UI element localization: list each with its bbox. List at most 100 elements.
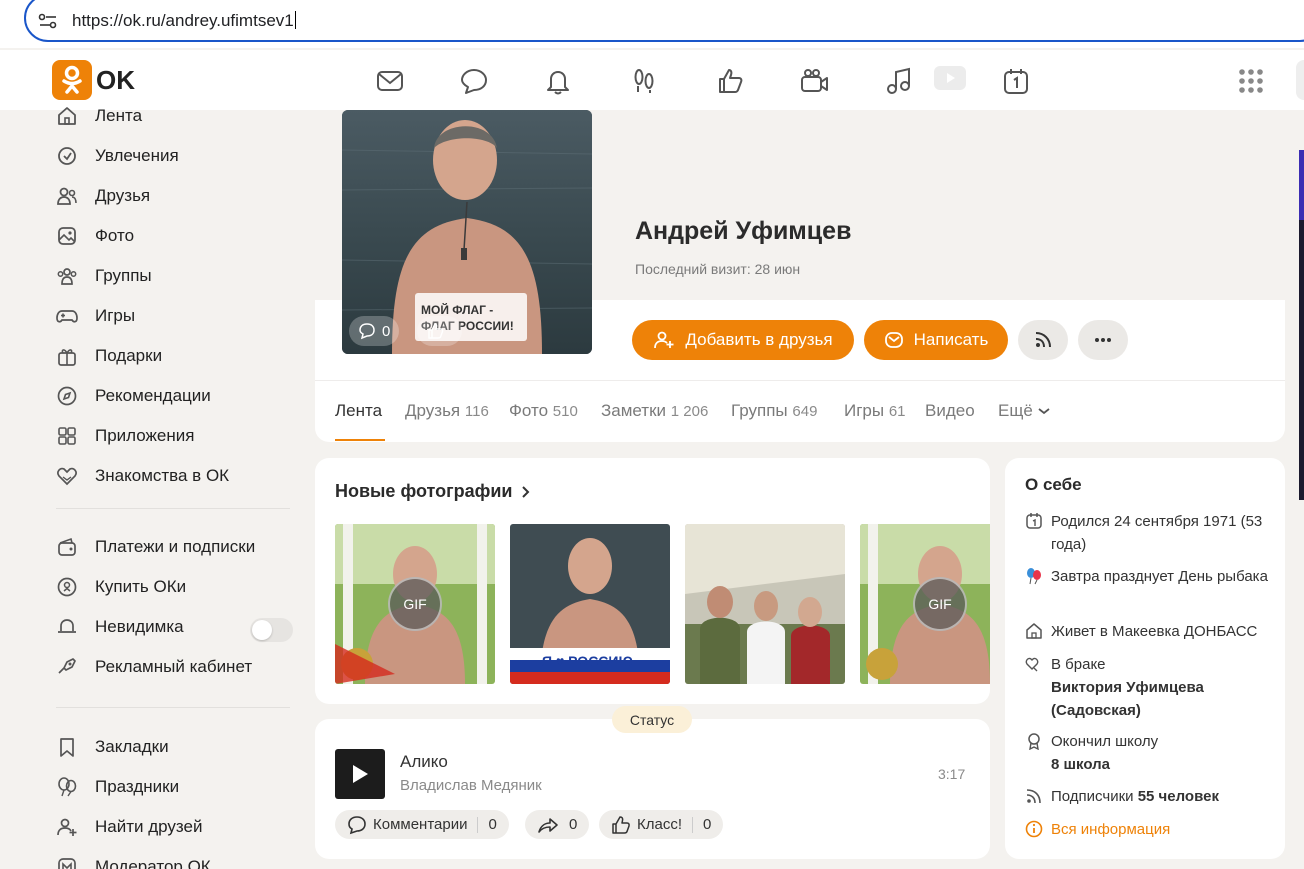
sidebar-divider [56, 707, 290, 708]
about-school: Окончил школу 8 школа [1025, 730, 1270, 776]
hearts-icon [1025, 657, 1039, 672]
sidebar-item-friends[interactable]: Друзья [56, 181, 296, 211]
sidebar-item-payments[interactable]: Платежи и подписки [56, 532, 296, 562]
sidebar-item-bookmarks[interactable]: Закладки [56, 732, 296, 762]
sidebar-item-label: Подарки [95, 346, 163, 365]
school-link[interactable]: 8 школа [1051, 756, 1110, 773]
tab-video[interactable]: Видео [925, 401, 975, 421]
sidebar-item-feed[interactable]: Лента [56, 101, 296, 131]
comments-label: Комментарии [373, 816, 468, 833]
sidebar-item-apps[interactable]: Приложения [56, 421, 296, 451]
track-artist[interactable]: Владислав Медяник [400, 777, 542, 794]
toggle-knob [252, 620, 272, 640]
gift-icon [58, 349, 76, 366]
about-all-info[interactable]: Вся информация [1025, 818, 1270, 841]
comment-icon [359, 323, 375, 340]
ok-logo[interactable]: OK [52, 60, 135, 100]
compass-icon [57, 386, 77, 406]
tab-notes[interactable]: Заметки 1 206 [601, 401, 708, 421]
music-icon[interactable] [884, 66, 914, 96]
tab-count: 116 [464, 403, 489, 420]
url-input[interactable]: https://ok.ru/andrey.ufimtsev1 [24, 0, 1304, 42]
invisible-toggle[interactable] [250, 618, 293, 642]
sidebar-item-ad-cabinet[interactable]: Рекламный кабинет [56, 652, 296, 682]
avatar-comments-counter[interactable]: 0 [349, 316, 400, 346]
avatar-likes-counter[interactable] [417, 316, 462, 346]
new-photos-title[interactable]: Новые фотографии [335, 481, 532, 502]
sidebar-item-moderator[interactable]: Модератор ОК [56, 852, 296, 869]
balloons-icon [58, 777, 77, 797]
tab-label: Ещё [998, 401, 1033, 420]
sidebar-item-gifts[interactable]: Подарки [56, 341, 296, 371]
sidebar-item-recommendations[interactable]: Рекомендации [56, 381, 296, 411]
profile-avatar[interactable]: МОЙ ФЛАГ - ФЛАГ РОССИИ! 0 [342, 110, 592, 354]
guests-icon[interactable] [629, 66, 659, 96]
photo-thumbnail[interactable]: GIF [335, 524, 495, 684]
dating-icon [57, 467, 77, 486]
subscribers-link[interactable]: 55 человек [1138, 788, 1219, 805]
sidebar-item-groups[interactable]: Группы [56, 261, 296, 291]
bookmark-icon [60, 738, 74, 757]
logo-text: OK [96, 64, 135, 95]
apps-icon [58, 427, 76, 445]
more-actions-button[interactable] [1078, 320, 1128, 360]
apps-grid-icon[interactable] [1236, 66, 1266, 96]
about-location-text: Живет в Макеевка ДОНБАСС [1051, 623, 1258, 640]
comments-count: 0 [488, 816, 497, 833]
play-button[interactable] [335, 749, 385, 799]
add-friend-button[interactable]: Добавить в друзья [632, 320, 854, 360]
like-button[interactable]: Класс! 0 [599, 810, 724, 839]
rss-icon [1035, 332, 1051, 348]
tab-photos[interactable]: Фото 510 [509, 401, 578, 421]
user-menu-stub[interactable] [1296, 60, 1304, 100]
likes-icon[interactable] [715, 66, 745, 96]
tab-feed[interactable]: Лента [335, 401, 382, 421]
subscribe-button[interactable] [1018, 320, 1068, 360]
balloons-icon [1027, 568, 1041, 585]
track-title[interactable]: Алико [400, 752, 448, 772]
sidebar-item-hobbies[interactable]: Увлечения [56, 141, 296, 171]
video-icon[interactable] [934, 66, 966, 90]
sidebar-item-find-friends[interactable]: Найти друзей [56, 812, 296, 842]
photo-thumbnail[interactable] [685, 524, 845, 684]
spouse-link[interactable]: Виктория Уфимцева (Садовская) [1051, 679, 1204, 719]
likes-count: 0 [703, 816, 712, 833]
sidebar-item-photos[interactable]: Фото [56, 221, 296, 251]
share-icon [538, 817, 558, 833]
tab-label: Игры [844, 401, 885, 420]
notifications-icon[interactable] [543, 66, 573, 96]
rss-icon [1026, 789, 1041, 804]
sidebar-item-label: Рекомендации [95, 386, 211, 405]
gif-badge: GIF [913, 577, 967, 631]
tab-games[interactable]: Игры 61 [844, 401, 906, 421]
home-icon [1026, 623, 1042, 639]
groups-icon [57, 268, 77, 285]
new-photos-card: Новые фотографии GIF Я ♥ РОССИЮ GIF [315, 458, 990, 704]
active-tab-indicator [335, 439, 385, 441]
shares-count: 0 [569, 816, 578, 833]
share-button[interactable]: 0 [525, 810, 590, 839]
tab-friends[interactable]: Друзья 116 [405, 401, 489, 421]
discussions-icon[interactable] [459, 66, 489, 96]
add-friend-icon [57, 818, 77, 836]
sidebar-item-label: Знакомства в ОК [95, 466, 230, 485]
about-location: Живет в Макеевка ДОНБАСС [1025, 620, 1270, 643]
all-info-link[interactable]: Вся информация [1051, 818, 1170, 841]
friends-video-icon[interactable] [799, 66, 829, 96]
sidebar-item-label: Лента [95, 106, 143, 125]
tab-groups[interactable]: Группы 649 [731, 401, 817, 421]
comments-button[interactable]: Комментарии 0 [335, 810, 509, 839]
sidebar-item-dating[interactable]: Знакомства в ОК [56, 461, 296, 491]
site-settings-icon[interactable] [38, 12, 58, 30]
sidebar-item-games[interactable]: Игры [56, 301, 296, 331]
photo-thumbnail[interactable]: GIF [860, 524, 990, 684]
messages-icon[interactable] [375, 66, 405, 96]
write-message-button[interactable]: Написать [864, 320, 1008, 360]
events-icon[interactable] [1001, 66, 1031, 96]
sidebar-item-holidays[interactable]: Праздники [56, 772, 296, 802]
tab-more[interactable]: Ещё [998, 401, 1051, 421]
like-icon [612, 815, 630, 834]
sidebar-item-buy-oki[interactable]: Купить ОКи [56, 572, 296, 602]
wallet-icon [58, 537, 76, 556]
photo-thumbnail[interactable]: Я ♥ РОССИЮ [510, 524, 670, 684]
